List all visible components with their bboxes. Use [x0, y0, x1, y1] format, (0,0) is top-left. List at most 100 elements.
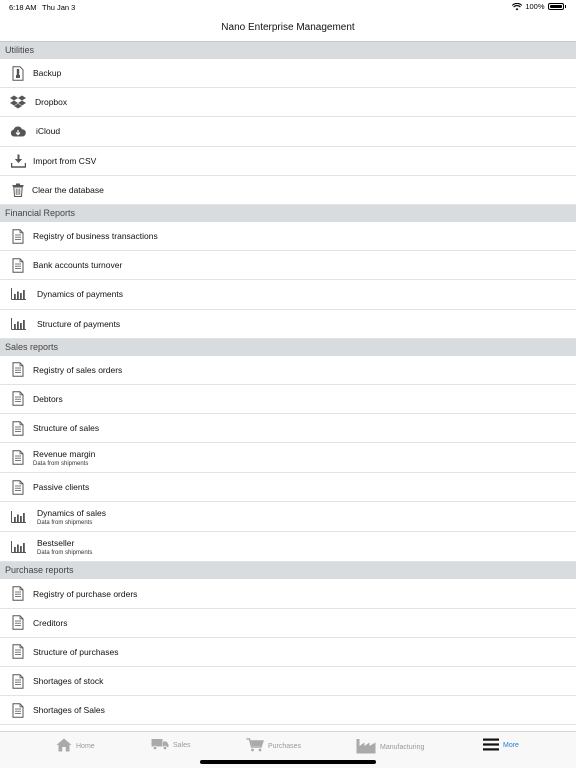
- document-icon: [10, 615, 26, 631]
- list-item-text: Structure of sales: [33, 423, 99, 433]
- tab-sales[interactable]: Sales: [151, 738, 191, 752]
- list-item-dropbox[interactable]: Dropbox: [0, 88, 576, 118]
- dropbox-icon: [10, 94, 26, 110]
- list-item-subtitle: Data from shipments: [37, 549, 93, 556]
- list-item-text: Shortages of Sales: [33, 705, 105, 715]
- list-item-label: Registry of business transactions: [33, 231, 158, 242]
- list-item-registry-of-purchase-orders[interactable]: Registry of purchase orders: [0, 579, 576, 609]
- list-item-label: Backup: [33, 68, 62, 79]
- list-item-text: Clear the database: [32, 185, 104, 195]
- list-item-clear-the-database[interactable]: Clear the database: [0, 176, 576, 205]
- bar-chart-icon: [10, 316, 26, 332]
- list-item-text: Registry of business transactions: [33, 231, 158, 241]
- document-icon: [10, 391, 26, 407]
- battery-tip: [564, 5, 566, 8]
- icloud-icon: [10, 123, 26, 139]
- list-item-subtitle: Data from shipments: [37, 519, 93, 526]
- list-item-structure-of-purchases[interactable]: Structure of purchases: [0, 638, 576, 667]
- list-item-label: Dynamics of payments: [37, 289, 123, 300]
- wifi-icon: [512, 2, 523, 10]
- status-date: Thu Jan 3: [42, 3, 76, 12]
- section-header: Utilities: [0, 42, 576, 59]
- list-item-text: Shortages of stock: [33, 676, 103, 686]
- list-item-text: Registry of sales orders: [33, 365, 122, 375]
- list-item-text: iCloud: [36, 126, 60, 136]
- list-item-creditors[interactable]: Creditors: [0, 609, 576, 638]
- list-item-dynamics-of-sales[interactable]: Dynamics of sales Data from shipments: [0, 502, 576, 533]
- list-item-debtors[interactable]: Debtors: [0, 385, 576, 415]
- tab-label: Sales: [173, 741, 191, 749]
- list-item-text: Bestseller Data from shipments: [37, 538, 92, 556]
- list-item-text: Debtors: [33, 394, 63, 404]
- list-item-label: Structure of payments: [37, 318, 121, 329]
- tab-manufacturing[interactable]: Manufacturing: [356, 738, 424, 756]
- list-item-revenue-margin[interactable]: Revenue margin Data from shipments: [0, 443, 576, 474]
- tab-more[interactable]: More: [483, 738, 519, 753]
- list-item-registry-of-sales-orders[interactable]: Registry of sales orders: [0, 356, 576, 385]
- list-item-label: iCloud: [36, 126, 61, 137]
- document-icon: [10, 586, 26, 602]
- list-item-text: Creditors: [33, 618, 67, 628]
- list-item-structure-of-sales[interactable]: Structure of sales: [0, 414, 576, 444]
- list-item-label: Import from CSV: [33, 155, 97, 166]
- home-indicator: [200, 760, 376, 764]
- list-item-text: Backup: [33, 68, 61, 78]
- list-item-label: Shortages of Sales: [33, 705, 105, 716]
- list-item-text: Structure of purchases: [33, 647, 119, 657]
- bar-chart-icon: [10, 539, 26, 555]
- list-item-dynamics-of-payments[interactable]: Dynamics of payments: [0, 280, 576, 310]
- document-icon: [10, 479, 26, 495]
- list-item-label: Revenue margin: [33, 448, 96, 459]
- list-item-icloud[interactable]: iCloud: [0, 117, 576, 147]
- list-item-label: Clear the database: [32, 184, 104, 195]
- document-icon: [10, 673, 26, 689]
- list-item-text: Dynamics of sales Data from shipments: [37, 508, 106, 526]
- tab-label: Manufacturing: [380, 743, 425, 751]
- list-item-text: Dynamics of payments: [37, 289, 123, 299]
- document-icon: [10, 450, 26, 466]
- bar-chart-icon: [10, 286, 26, 302]
- list-item-bank-accounts-turnover[interactable]: Bank accounts turnover: [0, 251, 576, 281]
- list-item-registry-of-business-transactions[interactable]: Registry of business transactions: [0, 222, 576, 252]
- list-item-shortages-of-stock[interactable]: Shortages of stock: [0, 667, 576, 697]
- trash-icon: [10, 182, 26, 198]
- list-item-label: Bank accounts turnover: [33, 260, 123, 271]
- list-item-label: Registry of purchase orders: [33, 588, 138, 599]
- list-item-text: Structure of payments: [37, 319, 120, 329]
- document-icon: [10, 420, 26, 436]
- list-item-import-from-csv[interactable]: Import from CSV: [0, 147, 576, 176]
- list-item-label: Dropbox: [35, 97, 68, 108]
- page-title: Nano Enterprise Management: [221, 22, 355, 33]
- list-item-structure-of-payments[interactable]: Structure of payments: [0, 310, 576, 339]
- settings-list: Utilities Backup Dropbox iCloud Import from …: [0, 42, 576, 726]
- status-time: 6:18 AM: [9, 3, 37, 12]
- status-indicators: 100%: [512, 2, 566, 11]
- list-item-label: Structure of sales: [33, 423, 100, 434]
- section-header: Sales reports: [0, 338, 576, 356]
- list-item-text: Passive clients: [33, 482, 89, 492]
- section-header: Financial Reports: [0, 204, 576, 222]
- list-item-label: Bestseller: [37, 537, 75, 548]
- list-item-text: Revenue margin Data from shipments: [33, 449, 95, 467]
- list-item-label: Debtors: [33, 393, 63, 404]
- factory-icon: [356, 738, 376, 756]
- document-icon: [10, 228, 26, 244]
- document-icon: [10, 702, 26, 718]
- list-item-label: Passive clients: [33, 482, 90, 493]
- tab-home[interactable]: Home: [56, 738, 95, 754]
- bar-chart-icon: [10, 509, 26, 525]
- list-item-label: Shortages of stock: [33, 676, 104, 687]
- truck-icon: [151, 738, 169, 752]
- menu-icon: [483, 738, 499, 753]
- list-item-text: Import from CSV: [33, 156, 96, 166]
- tab-label: More: [503, 742, 519, 749]
- cart-icon: [246, 738, 264, 754]
- list-item-backup[interactable]: Backup: [0, 59, 576, 89]
- list-item-passive-clients[interactable]: Passive clients: [0, 473, 576, 503]
- list-item-bestseller[interactable]: Bestseller Data from shipments: [0, 532, 576, 563]
- battery-percent: 100%: [525, 2, 545, 11]
- list-item-shortages-of-sales[interactable]: Shortages of Sales: [0, 696, 576, 726]
- battery-icon: [547, 3, 564, 10]
- tab-purchases[interactable]: Purchases: [246, 738, 301, 754]
- home-icon: [56, 738, 72, 754]
